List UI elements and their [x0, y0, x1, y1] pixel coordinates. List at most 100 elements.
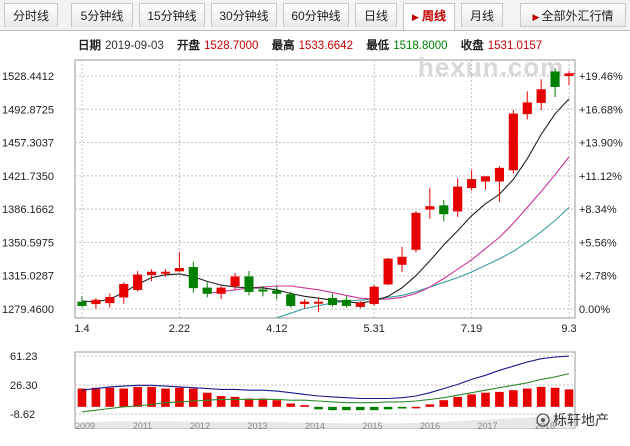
sub-bar — [230, 396, 240, 407]
y-tick-left: 1315.0287 — [2, 271, 54, 283]
sub-bar — [509, 390, 518, 407]
candle-body — [522, 102, 532, 115]
candle-body — [341, 299, 351, 306]
sub-bar — [550, 387, 560, 407]
sub-bar — [453, 396, 462, 407]
candle-body — [300, 301, 310, 305]
candle-body — [439, 205, 449, 215]
y-tick-left: 1421.7350 — [2, 171, 54, 183]
sub-bar — [300, 405, 309, 407]
y-tick-left: 1279.4600 — [2, 304, 54, 316]
y-tick-left: 1528.4412 — [2, 71, 54, 83]
candle-body — [494, 167, 504, 182]
y-tick-left: 1350.5975 — [2, 237, 54, 249]
y-tick-right: 0.00% — [579, 304, 610, 316]
sub-bar — [411, 406, 421, 409]
x-tick-label: 2.22 — [169, 323, 190, 335]
candle-body — [105, 297, 115, 304]
candle-body — [508, 113, 518, 171]
sub-year-label: 2017 — [477, 421, 497, 431]
logo-text: 栎轩地产 — [553, 412, 609, 428]
candle-body — [397, 256, 407, 265]
candle-body — [369, 286, 379, 305]
sub-bar — [495, 391, 504, 407]
sub-bar — [272, 400, 282, 407]
y-tick-left: 1386.1662 — [2, 204, 54, 216]
y-tick-right: +13.90% — [579, 138, 623, 150]
sub-bar — [425, 404, 435, 407]
candle-body — [453, 186, 463, 212]
x-tick-label: 4.12 — [266, 323, 287, 335]
candle-body — [188, 267, 198, 289]
sub-bar — [481, 392, 490, 407]
sub-y-tick: 61.23 — [10, 351, 38, 363]
logo-icon-dot — [541, 418, 545, 422]
candle-body — [355, 302, 365, 307]
candle-body — [216, 287, 226, 294]
candle-body — [174, 268, 184, 272]
sub-bar — [77, 388, 87, 407]
sub-bar — [383, 406, 393, 410]
candle-body — [313, 301, 324, 304]
candle-body — [467, 179, 477, 189]
y-tick-right: +16.68% — [579, 104, 623, 116]
candle-body — [536, 89, 546, 103]
candle-body — [244, 276, 254, 292]
sub-bar — [119, 388, 129, 407]
sub-year-label: 2009 — [75, 421, 95, 431]
sub-bar — [536, 386, 546, 407]
candle-body — [550, 71, 560, 87]
sub-bar — [355, 406, 365, 411]
y-tick-right: +8.34% — [579, 204, 617, 216]
y-tick-left: 1492.8725 — [2, 104, 54, 116]
sub-year-label: 2011 — [133, 421, 152, 431]
sub-year-label: 2015 — [362, 421, 382, 431]
sub-bar — [564, 389, 574, 407]
sub-year-label: 2013 — [247, 421, 267, 431]
y-tick-right: +19.46% — [579, 71, 623, 83]
x-tick-label: 9.3 — [561, 323, 576, 335]
x-tick-label: 5.31 — [363, 323, 384, 335]
candle-body — [286, 294, 296, 306]
sub-bar — [161, 388, 170, 407]
y-tick-left: 1457.3037 — [2, 138, 54, 150]
x-tick-label: 7.19 — [461, 323, 482, 335]
sub-bar — [314, 406, 323, 410]
sub-year-label: 2012 — [190, 421, 210, 431]
candle-body — [119, 283, 129, 298]
candle-body — [383, 258, 393, 285]
x-tick-label: 1.4 — [74, 323, 89, 335]
watermark-text: hexun.com — [418, 52, 564, 82]
sub-y-tick: -8.62 — [10, 409, 35, 421]
y-tick-right: +11.12% — [579, 171, 622, 183]
candle-body — [77, 301, 87, 306]
sub-bar — [439, 400, 449, 407]
y-tick-right: +5.56% — [579, 237, 617, 249]
candle-body — [425, 206, 435, 210]
y-tick-right: +2.78% — [579, 271, 617, 283]
sub-bar — [467, 394, 476, 407]
candlestick-chart: hexun.com 1528.4412 +19.46% 1492.8725 +16.68… — [2, 52, 623, 431]
sub-bar — [105, 387, 115, 407]
main-plot-frame — [74, 59, 576, 319]
sub-y-tick: 26.30 — [10, 380, 38, 392]
candle-body — [133, 274, 143, 291]
sub-bar — [397, 406, 407, 409]
sub-bar — [175, 387, 184, 407]
candle-body — [202, 287, 212, 294]
candle-body — [411, 212, 421, 250]
sub-year-label: 2014 — [305, 421, 325, 431]
sub-bar — [133, 386, 142, 407]
sub-year-label: 2016 — [420, 421, 440, 431]
candle-body — [258, 289, 268, 292]
candle-body — [147, 271, 157, 276]
candle-body — [327, 297, 338, 306]
sub-bar — [328, 406, 337, 411]
candle-body — [564, 73, 574, 77]
candle-body — [272, 290, 282, 294]
sub-bar — [369, 406, 379, 411]
sub-bar — [342, 406, 351, 411]
sub-bar — [522, 388, 532, 407]
candle-body — [160, 271, 171, 274]
sub-bar — [189, 388, 198, 407]
